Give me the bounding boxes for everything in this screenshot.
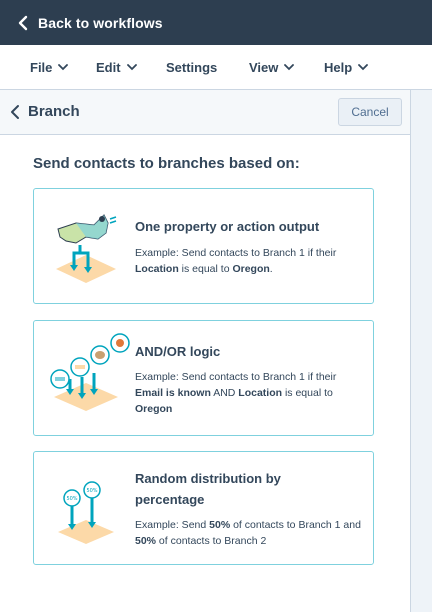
- svg-text:50%: 50%: [66, 496, 77, 502]
- option-title: AND/OR logic: [135, 344, 221, 359]
- chevron-down-icon: [284, 63, 295, 70]
- canvas-background: [411, 90, 432, 612]
- option-description: Example: Send contacts to Branch 1 if th…: [135, 371, 337, 415]
- back-to-workflows-label: Back to workflows: [38, 14, 163, 31]
- branch-arrows-icon: [50, 333, 130, 411]
- menu-view-label: View: [249, 59, 279, 75]
- menu-file-label: File: [30, 59, 53, 75]
- svg-text:50%: 50%: [86, 488, 97, 494]
- menu-edit[interactable]: Edit: [96, 45, 137, 89]
- option-card-and-or[interactable]: AND/OR logic Example: Send contacts to B…: [33, 320, 374, 436]
- chevron-left-icon: [18, 15, 28, 30]
- top-bar: Back to workflows: [0, 0, 432, 45]
- back-to-workflows-link[interactable]: Back to workflows: [16, 15, 163, 31]
- menu-settings-label: Settings: [166, 59, 218, 75]
- chevron-left-icon[interactable]: [10, 104, 20, 120]
- chevron-down-icon: [358, 63, 369, 70]
- cancel-button[interactable]: Cancel: [338, 98, 402, 126]
- menu-file[interactable]: File: [30, 45, 69, 89]
- percent-badge-icon: 50% 50%: [58, 481, 114, 544]
- option-title: Random distribution by percentage: [135, 471, 281, 507]
- branch-panel: Branch Cancel Send contacts to branches …: [0, 90, 411, 612]
- section-title: Send contacts to branches based on:: [33, 155, 300, 172]
- chevron-down-icon: [58, 63, 69, 70]
- panel-title: Branch: [28, 103, 80, 120]
- option-description: Example: Send contacts to Branch 1 if th…: [135, 247, 337, 275]
- chevron-down-icon: [126, 63, 137, 70]
- option-title: One property or action output: [135, 219, 320, 234]
- option-card-random[interactable]: 50% 50% Random distribution by percentag…: [33, 451, 374, 565]
- menu-edit-label: Edit: [96, 59, 121, 75]
- menu-help-label: Help: [324, 59, 353, 75]
- option-card-property[interactable]: One property or action output Example: S…: [33, 188, 374, 304]
- option-description: Example: Send 50% of contacts to Branch …: [135, 519, 361, 547]
- panel-header: Branch Cancel: [0, 90, 410, 135]
- menu-settings[interactable]: Settings: [166, 45, 217, 89]
- menu-bar: File Edit Settings View Help: [0, 45, 432, 90]
- us-map-icon: [56, 214, 117, 283]
- menu-view[interactable]: View: [249, 45, 295, 89]
- menu-help[interactable]: Help: [324, 45, 369, 89]
